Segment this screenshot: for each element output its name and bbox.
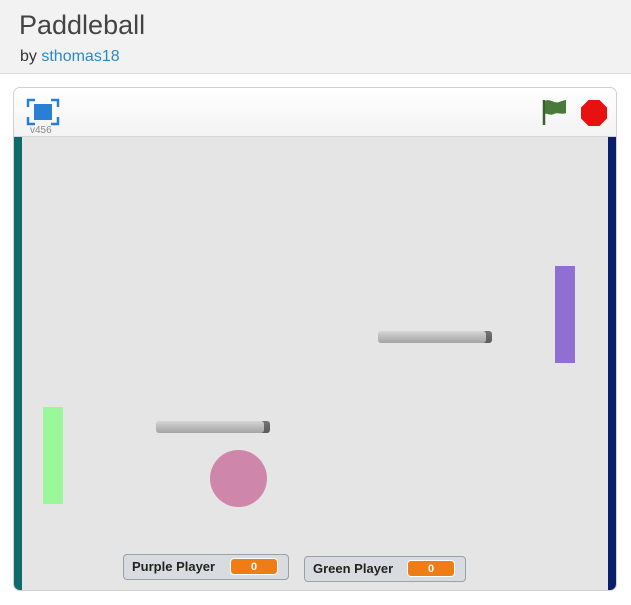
green-player-monitor: Green Player 0 [304, 556, 466, 582]
monitor-label: Purple Player [132, 559, 216, 574]
left-wall [14, 137, 22, 590]
version-label: v456 [30, 125, 52, 136]
project-byline: by sthomas18 [20, 48, 120, 66]
stop-button[interactable] [580, 99, 608, 127]
green-paddle [43, 407, 63, 504]
project-player: v456 Purple Player 0 Green Player 0 [13, 87, 617, 591]
obstacle-bar [156, 421, 270, 433]
right-wall [608, 137, 616, 590]
author-link[interactable]: sthomas18 [41, 48, 119, 65]
purple-paddle [555, 266, 575, 363]
game-stage[interactable]: Purple Player 0 Green Player 0 [14, 137, 616, 590]
monitor-value: 0 [407, 560, 455, 577]
obstacle-bar [378, 331, 492, 343]
purple-player-monitor: Purple Player 0 [123, 554, 289, 580]
fullscreen-button[interactable] [26, 98, 60, 126]
by-label: by [20, 48, 37, 65]
green-flag-button[interactable] [540, 98, 568, 126]
stop-icon [581, 100, 607, 126]
project-title: Paddleball [19, 10, 146, 40]
fullscreen-icon [26, 98, 60, 126]
monitor-label: Green Player [313, 561, 394, 576]
green-flag-icon [542, 100, 566, 125]
ball [210, 450, 267, 507]
project-header: Paddleball by sthomas18 [0, 0, 631, 74]
monitor-value: 0 [230, 558, 278, 575]
player-toolbar: v456 [14, 88, 616, 137]
